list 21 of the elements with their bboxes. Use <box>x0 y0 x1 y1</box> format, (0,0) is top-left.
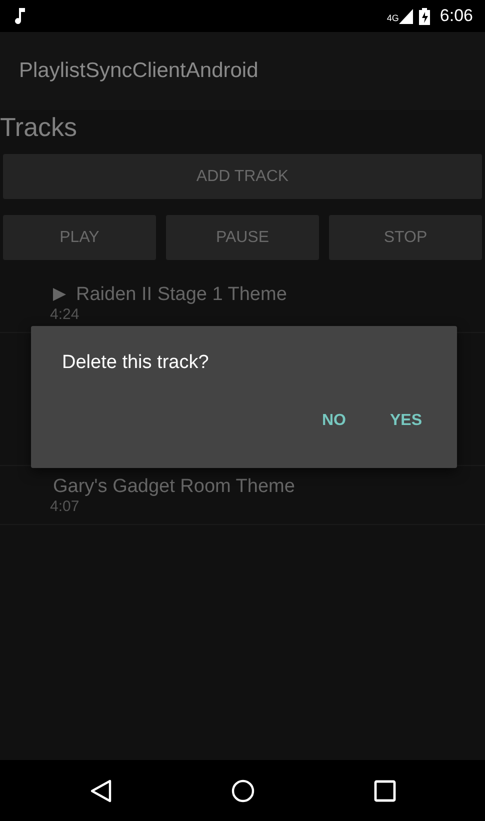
recents-icon[interactable] <box>374 780 396 802</box>
battery-icon <box>418 8 430 24</box>
section-heading: Tracks <box>0 112 78 144</box>
dialog-message: Delete this track? <box>62 352 210 374</box>
playback-button[interactable]: PAUSE <box>166 215 319 260</box>
track-duration: 4:24 <box>50 306 80 322</box>
music-note-icon <box>14 8 26 24</box>
network-type: 4G <box>386 13 399 23</box>
dialog-button[interactable]: YES <box>378 406 434 436</box>
add-track-button[interactable]: ADD TRACK <box>3 154 482 199</box>
track-title: Gary's Gadget Room Theme <box>53 476 295 498</box>
dialog-button[interactable]: NO <box>310 406 358 436</box>
playback-button[interactable]: PLAY <box>3 215 156 260</box>
playback-button[interactable]: STOP <box>329 215 482 260</box>
clock: 6:06 <box>440 6 473 26</box>
back-icon[interactable] <box>90 778 112 802</box>
signal-icon <box>398 8 413 24</box>
track-duration: 4:07 <box>50 498 80 514</box>
app-title: PlaylistSyncClientAndroid <box>19 59 258 83</box>
track-title: Raiden II Stage 1 Theme <box>76 284 287 306</box>
home-icon[interactable] <box>230 778 254 802</box>
